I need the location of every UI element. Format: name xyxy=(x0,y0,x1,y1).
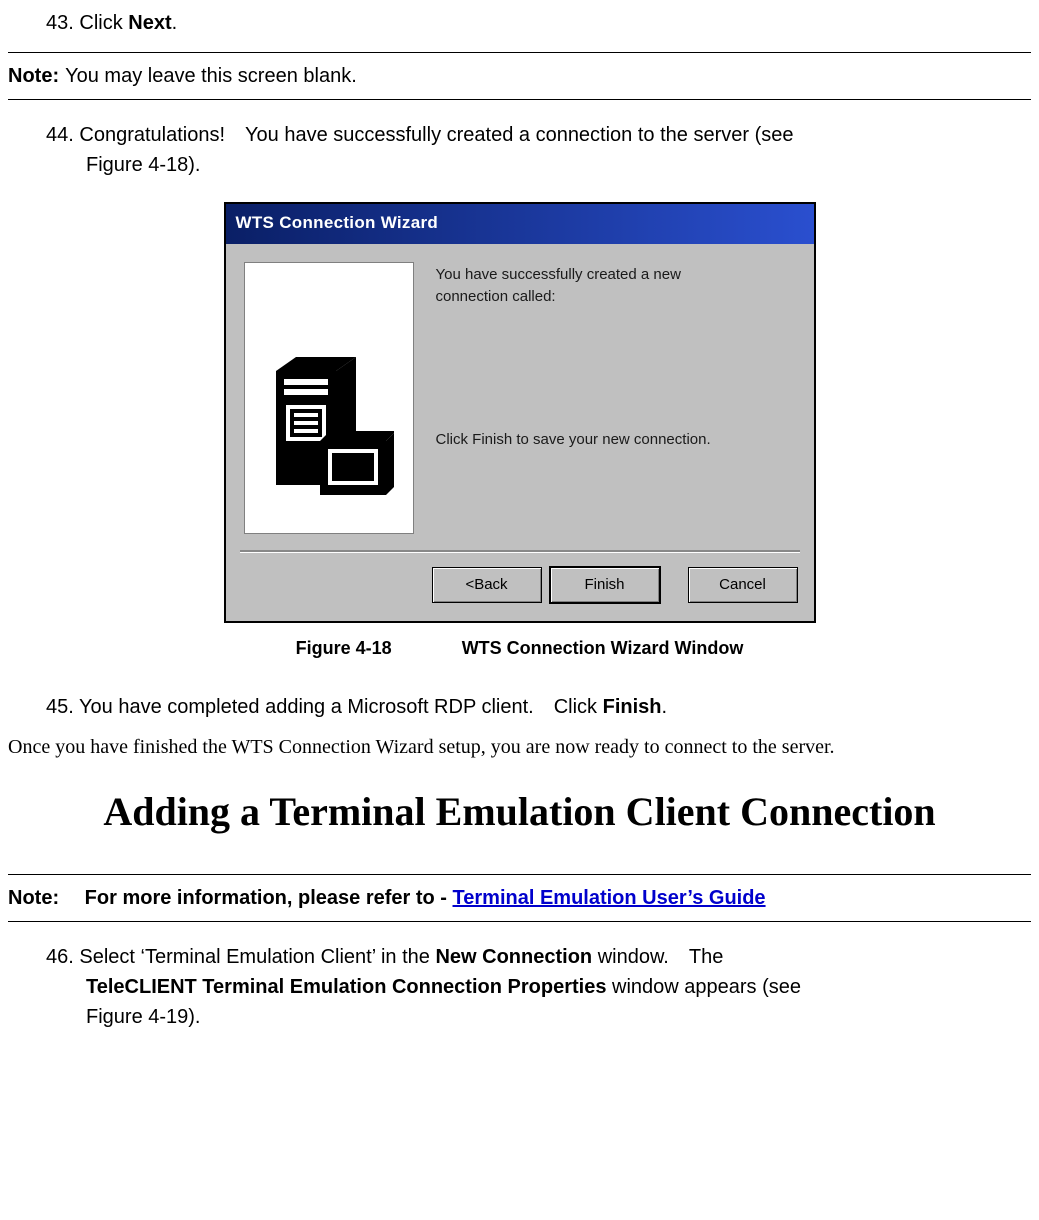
note-block-2: Note: For more information, please refer… xyxy=(8,874,1031,922)
closing-paragraph: Once you have finished the WTS Connectio… xyxy=(8,732,1031,762)
step-text-cont: TeleCLIENT Terminal Emulation Connection… xyxy=(46,972,1031,1002)
step-number: 46. xyxy=(46,946,74,968)
step-number: 43. xyxy=(46,12,74,34)
step-number: 45. xyxy=(46,696,74,718)
step-text: Click Next. xyxy=(79,12,177,34)
step-text: You have completed adding a Microsoft RD… xyxy=(79,696,667,718)
step-43: 43. Click Next. xyxy=(46,8,1031,38)
wts-wizard-window: WTS Connection Wizard xyxy=(224,202,816,623)
wizard-msg-line2: connection called: xyxy=(436,286,802,309)
wizard-text-panel: You have successfully created a new conn… xyxy=(436,262,802,534)
terminal-emulation-guide-link[interactable]: Terminal Emulation User’s Guide xyxy=(453,887,766,909)
wizard-body: You have successfully created a new conn… xyxy=(226,244,814,544)
note-label: Note: xyxy=(8,887,79,909)
step-text: Congratulations! You have successfully c… xyxy=(79,124,793,146)
step-44: 44. Congratulations! You have successful… xyxy=(46,120,1031,180)
computer-icon xyxy=(264,353,394,503)
window-titlebar: WTS Connection Wizard xyxy=(226,204,814,244)
figure-4-18: WTS Connection Wizard xyxy=(8,202,1031,623)
step-number: 44. xyxy=(46,124,74,146)
wizard-msg-line1: You have successfully created a new xyxy=(436,264,802,287)
section-heading: Adding a Terminal Emulation Client Conne… xyxy=(8,780,1031,844)
cancel-button[interactable]: Cancel xyxy=(688,567,798,604)
figure-number: Figure 4-18 xyxy=(296,638,392,658)
wizard-button-row: <BackFinish Cancel xyxy=(226,553,814,622)
step-text-cont: Figure 4-18). xyxy=(46,150,1031,180)
step-45: 45. You have completed adding a Microsof… xyxy=(46,692,1031,722)
figure-4-18-caption: Figure 4-18 WTS Connection Wizard Window xyxy=(8,635,1031,662)
wizard-msg-finish: Click Finish to save your new connection… xyxy=(436,429,802,452)
wizard-graphic-panel xyxy=(244,262,414,534)
note-block-1: Note: You may leave this screen blank. xyxy=(8,52,1031,100)
step-46: 46. Select ‘Terminal Emulation Client’ i… xyxy=(46,942,1031,1032)
step-text-cont2: Figure 4-19). xyxy=(46,1002,1031,1032)
note-label: Note: xyxy=(8,61,59,91)
finish-button[interactable]: Finish xyxy=(550,567,660,604)
figure-title: WTS Connection Wizard Window xyxy=(462,638,744,658)
step-text: Select ‘Terminal Emulation Client’ in th… xyxy=(79,946,723,968)
note-text: You may leave this screen blank. xyxy=(65,61,357,91)
back-button[interactable]: <Back xyxy=(432,567,542,604)
note-text: For more information, please refer to - xyxy=(85,887,453,909)
